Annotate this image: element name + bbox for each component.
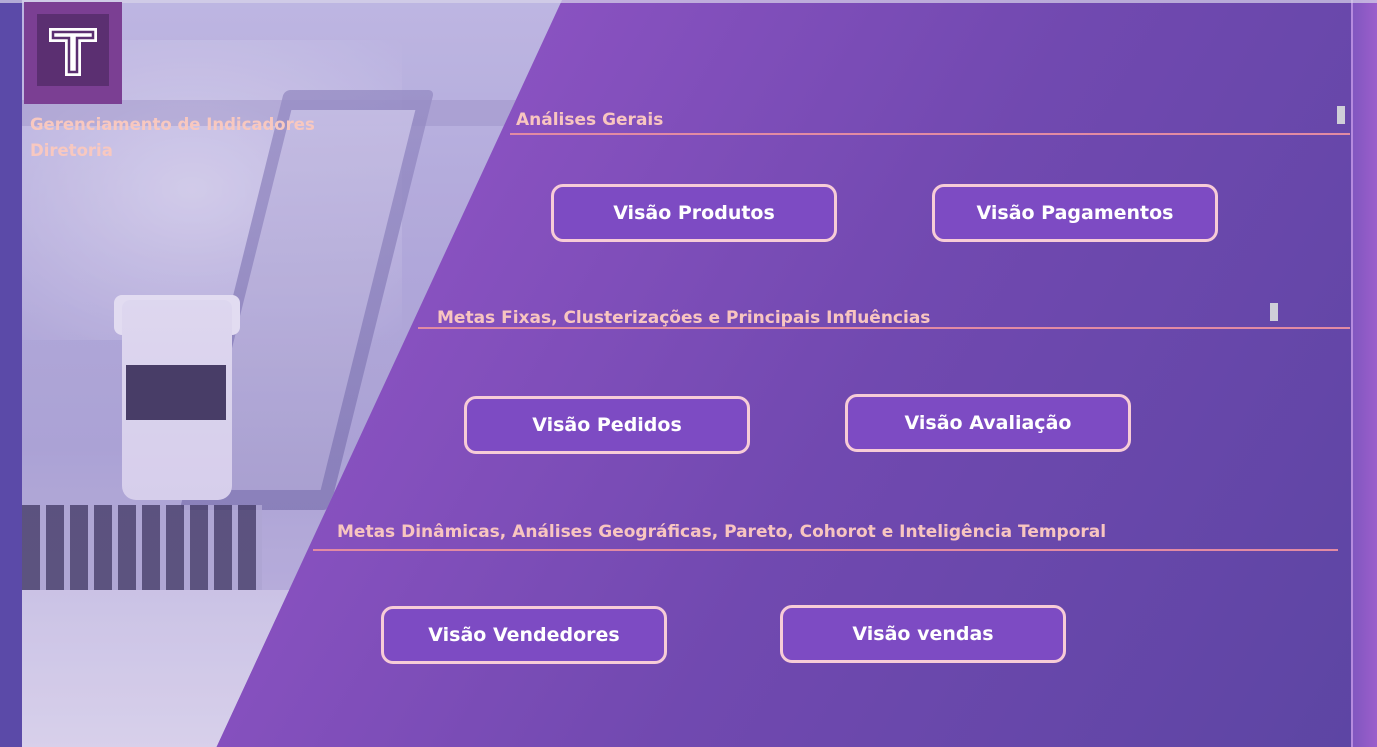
- section-divider: [418, 327, 1350, 329]
- section-title-metas-dinamicas: Metas Dinâmicas, Análises Geográficas, P…: [337, 522, 1107, 542]
- scroll-indicator[interactable]: [1337, 106, 1345, 124]
- scroll-indicator[interactable]: [1270, 303, 1278, 321]
- app-title: Gerenciamento de Indicadores Diretoria: [30, 112, 315, 164]
- app-title-line2: Diretoria: [30, 141, 113, 160]
- app-title-line1: Gerenciamento de Indicadores: [30, 115, 315, 134]
- section-title-analises-gerais: Análises Gerais: [516, 110, 664, 130]
- left-edge-strip: [0, 0, 22, 747]
- visao-pedidos-button[interactable]: Visão Pedidos: [464, 396, 750, 454]
- visao-vendas-button[interactable]: Visão vendas: [780, 605, 1066, 663]
- section-title-metas-fixas: Metas Fixas, Clusterizações e Principais…: [437, 308, 931, 328]
- app-logo: [24, 2, 122, 104]
- top-edge-line: [0, 0, 1377, 3]
- visao-pagamentos-button[interactable]: Visão Pagamentos: [932, 184, 1218, 242]
- report-canvas: Gerenciamento de Indicadores Diretoria A…: [0, 0, 1377, 747]
- right-edge-strip: [1351, 0, 1377, 747]
- t-logo-icon: [49, 28, 97, 76]
- visao-produtos-button[interactable]: Visão Produtos: [551, 184, 837, 242]
- section-divider: [510, 133, 1350, 135]
- section-divider: [313, 549, 1338, 551]
- visao-avaliacao-button[interactable]: Visão Avaliação: [845, 394, 1131, 452]
- visao-vendedores-button[interactable]: Visão Vendedores: [381, 606, 667, 664]
